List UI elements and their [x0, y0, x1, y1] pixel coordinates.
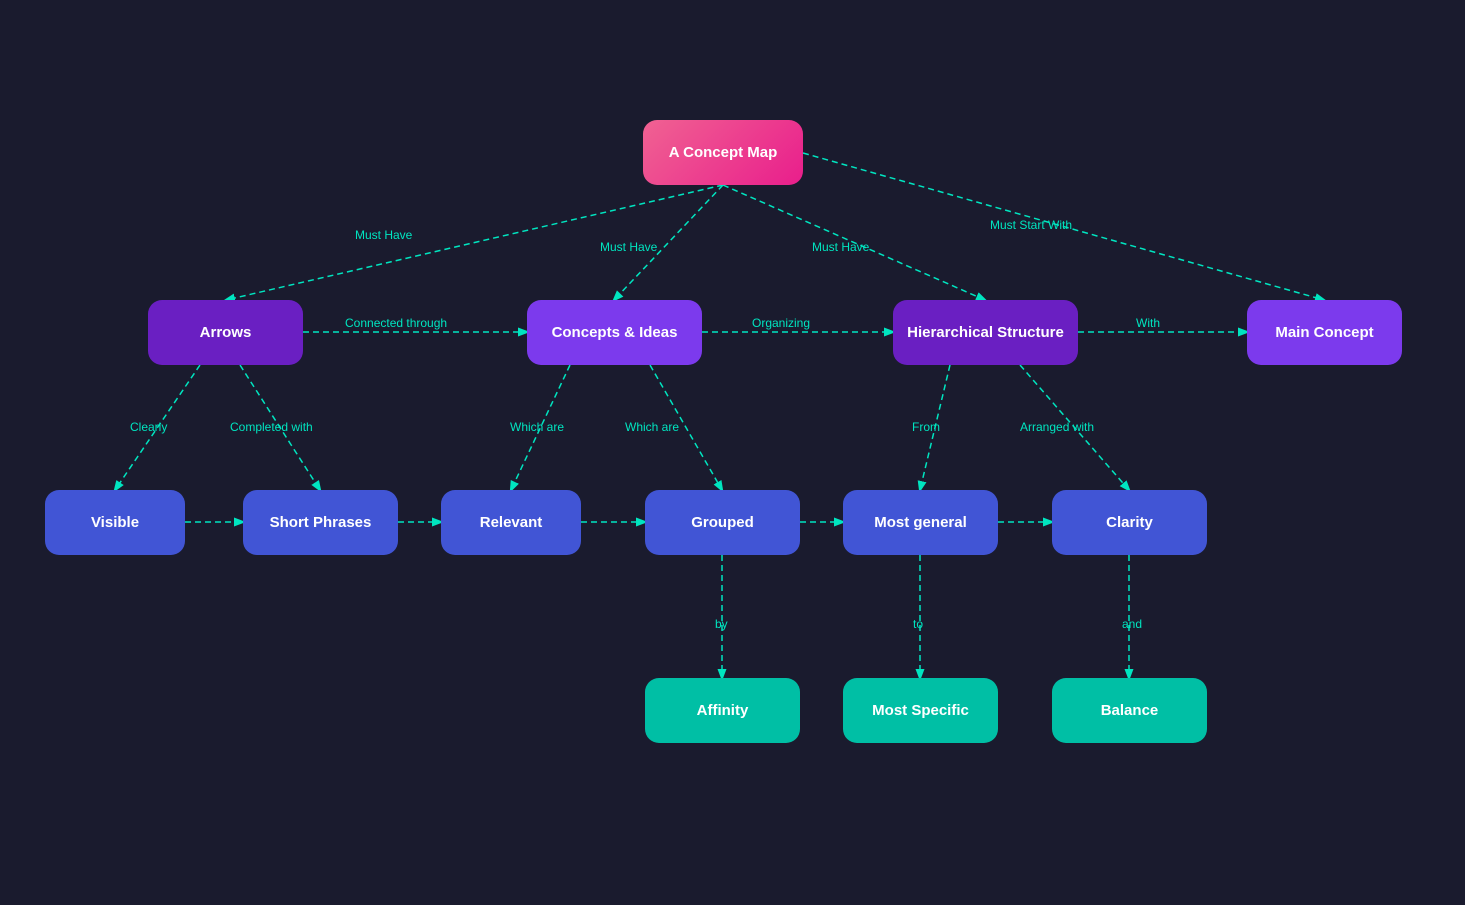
concept-map: Must Have Must Have Must Have Must Start…: [0, 0, 1465, 905]
node-main-concept-label: Main Concept: [1275, 324, 1373, 341]
label-clearly: Clearly: [130, 420, 167, 434]
node-balance[interactable]: Balance: [1052, 678, 1207, 743]
label-which-are-2: Which are: [625, 420, 679, 434]
node-root[interactable]: A Concept Map: [643, 120, 803, 185]
label-with: With: [1136, 316, 1160, 330]
node-most-general[interactable]: Most general: [843, 490, 998, 555]
node-short-phrases[interactable]: Short Phrases: [243, 490, 398, 555]
node-grouped-label: Grouped: [691, 514, 754, 531]
label-and: and: [1122, 617, 1142, 631]
label-organizing: Organizing: [752, 316, 810, 330]
node-arrows[interactable]: Arrows: [148, 300, 303, 365]
node-clarity-label: Clarity: [1106, 514, 1153, 531]
node-arrows-label: Arrows: [200, 324, 252, 341]
label-from: From: [912, 420, 940, 434]
node-most-general-label: Most general: [874, 514, 967, 531]
node-relevant[interactable]: Relevant: [441, 490, 581, 555]
node-relevant-label: Relevant: [480, 514, 543, 531]
node-main-concept[interactable]: Main Concept: [1247, 300, 1402, 365]
node-visible-label: Visible: [91, 514, 139, 531]
node-hierarchical[interactable]: Hierarchical Structure: [893, 300, 1078, 365]
node-short-phrases-label: Short Phrases: [270, 514, 372, 531]
label-completed-with: Completed with: [230, 420, 313, 434]
node-most-specific[interactable]: Most Specific: [843, 678, 998, 743]
node-grouped[interactable]: Grouped: [645, 490, 800, 555]
label-must-have-1: Must Have: [355, 228, 412, 242]
label-must-start-with: Must Start With: [990, 218, 1072, 232]
node-root-label: A Concept Map: [669, 144, 778, 161]
node-affinity-label: Affinity: [697, 702, 749, 719]
node-affinity[interactable]: Affinity: [645, 678, 800, 743]
label-must-have-2: Must Have: [600, 240, 657, 254]
node-concepts-label: Concepts & Ideas: [552, 324, 678, 341]
label-must-have-3: Must Have: [812, 240, 869, 254]
node-visible[interactable]: Visible: [45, 490, 185, 555]
node-concepts[interactable]: Concepts & Ideas: [527, 300, 702, 365]
label-arranged-with: Arranged with: [1020, 420, 1094, 434]
label-connected-through: Connected through: [345, 316, 447, 330]
node-clarity[interactable]: Clarity: [1052, 490, 1207, 555]
label-to: to: [913, 617, 923, 631]
label-by: by: [715, 617, 728, 631]
node-balance-label: Balance: [1101, 702, 1159, 719]
label-which-are-1: Which are: [510, 420, 564, 434]
node-hierarchical-label: Hierarchical Structure: [907, 324, 1064, 341]
node-most-specific-label: Most Specific: [872, 702, 969, 719]
